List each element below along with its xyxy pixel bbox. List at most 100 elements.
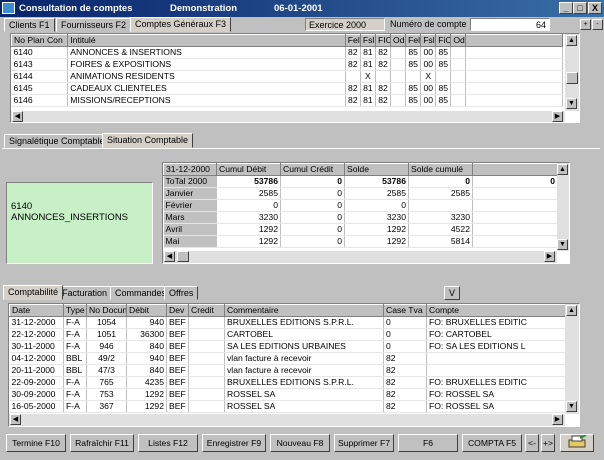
column-header[interactable]: Date	[9, 304, 64, 317]
v-button[interactable]: V	[444, 286, 460, 300]
credit-cell	[188, 364, 225, 377]
table-row[interactable]: 22-09-2000 F-A 765 4235 BEF BRUXELLES EDITION…	[9, 376, 566, 389]
table-row[interactable]: 6140 ANNONCES & INSERTIONS 82 81 82 85 00 85	[11, 46, 563, 59]
scroll-left-icon[interactable]: ◀	[12, 111, 23, 122]
column-header[interactable]: Commentaire	[224, 304, 384, 317]
scroll-left-icon[interactable]: ◀	[164, 251, 175, 262]
print-icon[interactable]	[560, 434, 594, 452]
scroll-up-icon[interactable]: ▲	[566, 305, 577, 316]
column-header-spacer	[465, 34, 563, 47]
scroll-down-icon[interactable]: ▼	[557, 239, 568, 250]
column-header[interactable]: Solde cumulé	[408, 163, 473, 176]
column-header[interactable]: Solde	[344, 163, 409, 176]
flag-cell: 85	[405, 58, 422, 71]
tab-facturation[interactable]: Facturation	[57, 286, 113, 300]
table-row[interactable]: 6144 ANIMATIONS RESIDENTS X X	[11, 70, 563, 83]
table-row[interactable]: 6146 MISSIONS/RECEPTIONS 82 81 82 85 00 85	[11, 94, 563, 107]
prev-button[interactable]: <-	[525, 434, 539, 452]
flag-cell: 85	[405, 94, 422, 107]
rafraichir-button[interactable]: Rafraîchir F11	[70, 434, 134, 452]
table-row[interactable]: 6145 CADEAUX CLIENTELES 82 81 82 85 00 85	[11, 82, 563, 95]
entries-hscroll[interactable]: ◀ ▶	[9, 414, 565, 426]
tab-situation-comptable[interactable]: Situation Comptable	[102, 133, 194, 148]
scroll-right-icon[interactable]: ▶	[552, 414, 563, 425]
table-row[interactable]: 20-11-2000 BBL 47/3 840 BEF vlan facture à re…	[9, 364, 566, 377]
table-row[interactable]: ToTal 2000 53786 0 53786 0 0	[163, 175, 558, 188]
tab-signaletique[interactable]: Signalétique Comptable	[4, 134, 110, 148]
scroll-up-icon[interactable]: ▲	[566, 35, 577, 46]
minimize-button[interactable]: _	[559, 2, 573, 14]
table-row[interactable]: Février 0 0 0	[163, 199, 558, 212]
table-row[interactable]: 31-12-2000 F-A 1054 940 BEF BRUXELLES EDITION…	[9, 316, 566, 329]
scroll-thumb[interactable]	[177, 251, 189, 262]
tab-comptes-generaux[interactable]: Comptes Généraux F3	[130, 17, 232, 32]
f6-button[interactable]: F6	[398, 434, 458, 452]
supprimer-button[interactable]: Supprimer F7	[334, 434, 394, 452]
scroll-left-icon[interactable]: ◀	[10, 414, 21, 425]
comment-cell: BRUXELLES EDITIONS S.P.R.L.	[224, 316, 384, 329]
accounts-hscroll[interactable]: ◀ ▶	[11, 111, 565, 122]
tab-commandes[interactable]: Commandes	[110, 286, 172, 300]
column-header[interactable]: Dev	[166, 304, 189, 317]
tab-comptabilite[interactable]: Comptabilité	[3, 285, 64, 300]
column-header[interactable]: Od	[390, 34, 407, 47]
compta-button[interactable]: COMPTA F5	[462, 434, 522, 452]
column-header[interactable]: Fsl	[420, 34, 437, 47]
table-row[interactable]: 04-12-2000 BBL 49/2 940 BEF vlan facture à re…	[9, 352, 566, 365]
flag-cell	[450, 58, 467, 71]
restore-icon[interactable]: +	[580, 19, 591, 30]
table-row[interactable]: Avril 1292 0 1292 4522	[163, 223, 558, 236]
column-header[interactable]: No Docun	[86, 304, 127, 317]
entries-vscroll[interactable]: ▲ ▼	[565, 304, 579, 414]
table-row[interactable]: 30-09-2000 F-A 753 1292 BEF ROSSEL SA 82 FO: RO…	[9, 388, 566, 401]
situation-hscroll[interactable]: ◀ ▶	[163, 251, 557, 263]
scroll-thumb[interactable]	[566, 72, 578, 84]
account-number-cell: 6145	[11, 82, 69, 95]
close-button[interactable]: X	[588, 2, 602, 14]
column-header[interactable]: Od	[450, 34, 467, 47]
column-header[interactable]: Type	[63, 304, 87, 317]
situation-vscroll[interactable]: ▲ ▼	[557, 163, 569, 251]
next-button[interactable]: +>	[541, 434, 555, 452]
column-header[interactable]: FiC	[435, 34, 452, 47]
accounts-vscroll[interactable]: ▲ ▼	[565, 34, 579, 111]
scroll-right-icon[interactable]: ▶	[544, 251, 555, 262]
termine-button[interactable]: Termine F10	[6, 434, 66, 452]
column-header[interactable]: Fel	[344, 34, 361, 47]
restore-icon-2[interactable]: -	[592, 19, 603, 30]
table-row[interactable]: 30-11-2000 F-A 946 840 BEF SA LES EDITIONS UR…	[9, 340, 566, 353]
column-header[interactable]: Fel	[405, 34, 422, 47]
table-row[interactable]: 22-12-2000 F-A 1051 36300 BEF CARTOBEL 0 FO: CA…	[9, 328, 566, 341]
table-row[interactable]: 6143 FOIRES & EXPOSITIONS 82 81 82 85 00 85	[11, 58, 563, 71]
column-header[interactable]: 31-12-2000	[163, 163, 217, 176]
numero-compte-input[interactable]: 64	[470, 18, 550, 31]
table-row[interactable]: 16-05-2000 F-A 367 1292 BEF ROSSEL SA 82 FO: RO…	[9, 400, 566, 413]
column-header[interactable]: Credit	[188, 304, 225, 317]
column-header[interactable]: Fsl	[359, 34, 376, 47]
tab-offres[interactable]: Offres	[164, 286, 199, 300]
column-header[interactable]: Compte	[426, 304, 566, 317]
column-header[interactable]: Cumul Crédit	[280, 163, 345, 176]
listes-button[interactable]: Listes F12	[138, 434, 198, 452]
column-header[interactable]	[472, 163, 558, 176]
scroll-right-icon[interactable]: ▶	[552, 111, 563, 122]
column-header[interactable]: No Plan Con	[11, 34, 69, 47]
column-header[interactable]: Débit	[126, 304, 167, 317]
column-header[interactable]: Cumul Débit	[216, 163, 281, 176]
column-header[interactable]: FIC	[374, 34, 392, 47]
scroll-down-icon[interactable]: ▼	[566, 401, 577, 412]
amount-cell: 0	[344, 199, 409, 212]
tab-fournisseurs[interactable]: Fournisseurs F2	[56, 18, 132, 32]
table-row[interactable]: Mars 3230 0 3230 3230	[163, 211, 558, 224]
tab-clients[interactable]: Clients F1	[4, 18, 55, 32]
maximize-button[interactable]: □	[573, 2, 587, 14]
table-row[interactable]: Mai 1292 0 1292 5814	[163, 235, 558, 248]
enregistrer-button[interactable]: Enregistrer F9	[202, 434, 266, 452]
column-header[interactable]: Case Tva	[383, 304, 427, 317]
table-row[interactable]: Janvier 2585 0 2585 2585	[163, 187, 558, 200]
scroll-up-icon[interactable]: ▲	[557, 164, 568, 175]
credit-cell	[188, 400, 225, 413]
scroll-down-icon[interactable]: ▼	[566, 98, 577, 109]
nouveau-button[interactable]: Nouveau F8	[270, 434, 330, 452]
column-header[interactable]: Intitulé	[67, 34, 346, 47]
